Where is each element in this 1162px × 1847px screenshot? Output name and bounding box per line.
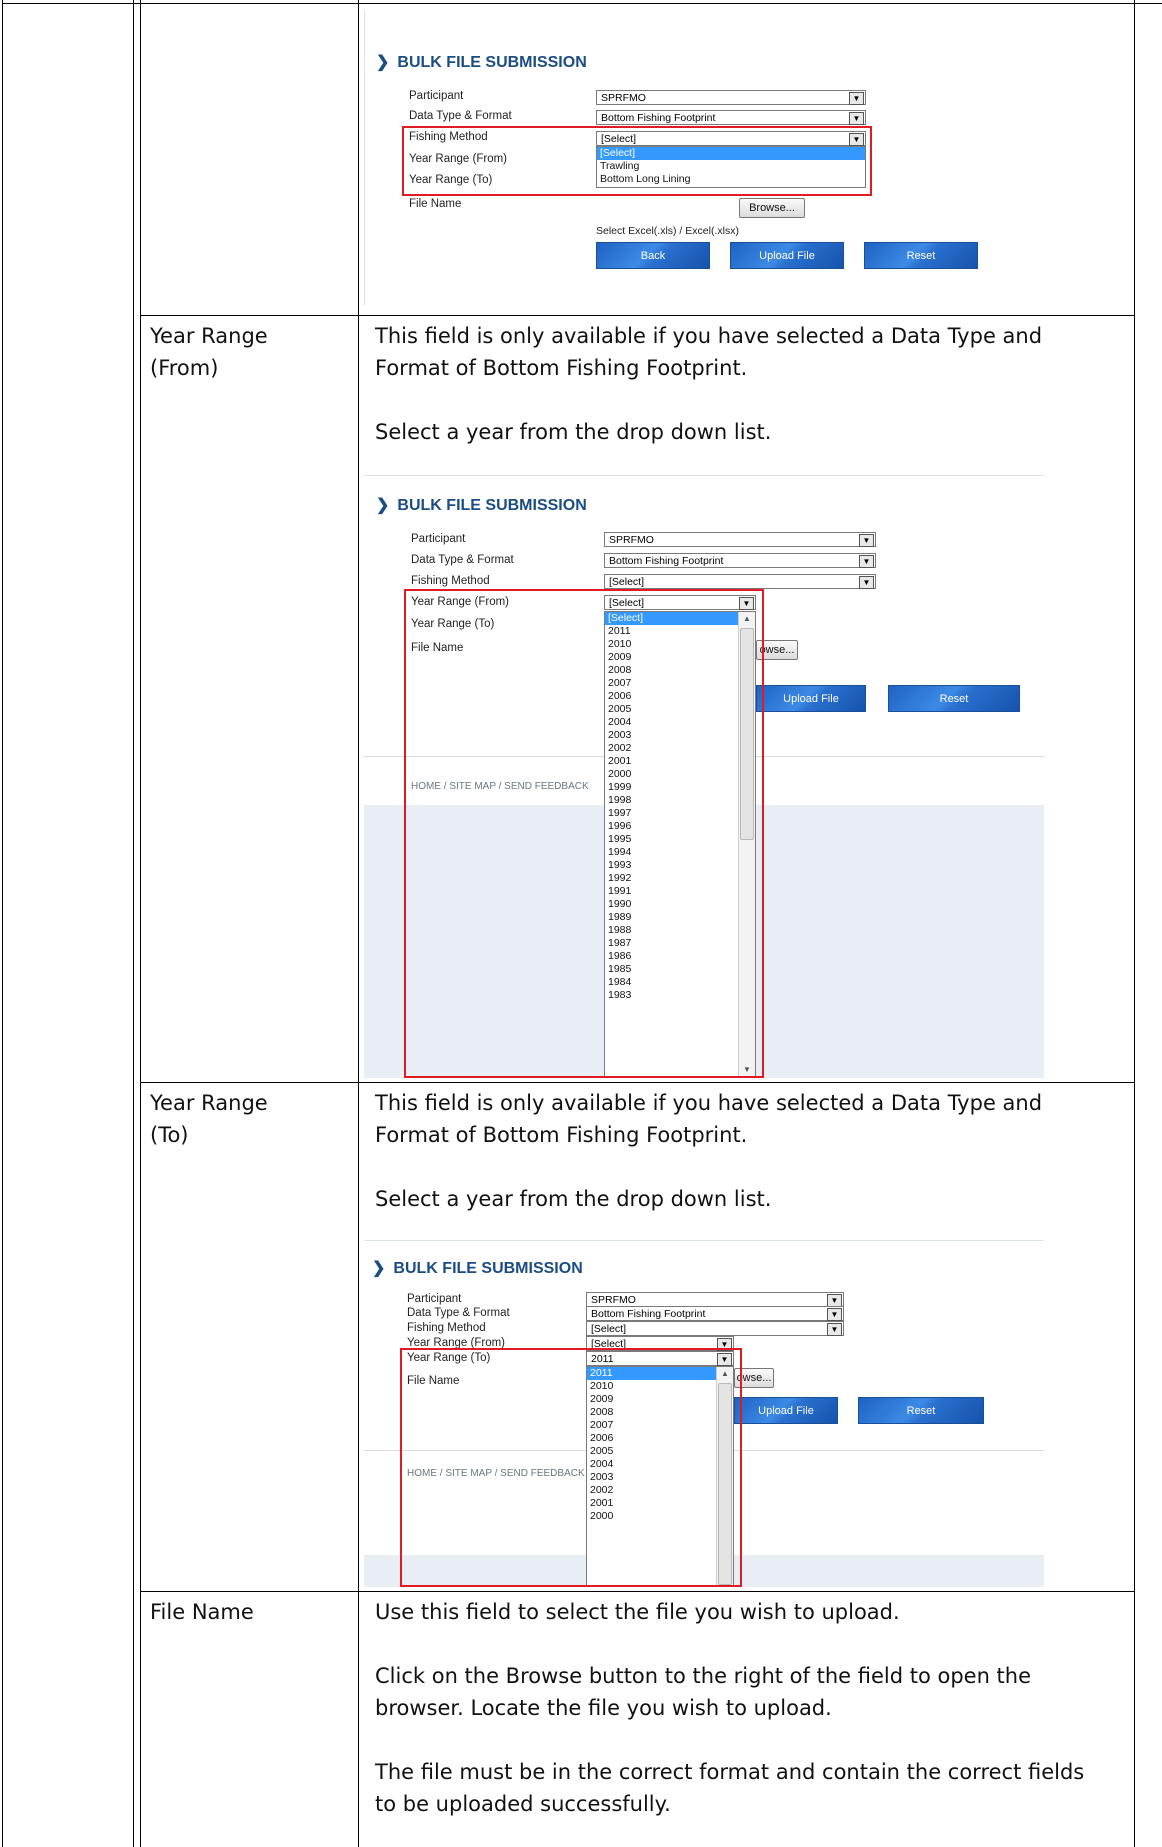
chevron-right-icon: ❯ <box>376 54 390 71</box>
screenshot-fishing-method: ❯ BULK FILE SUBMISSION Participant SPRFMO… <box>364 10 1104 305</box>
highlight-box <box>402 126 872 196</box>
description-paragraph: Use this field to select the file you wi… <box>375 1600 900 1624</box>
file-hint: Select Excel(.xls) / Excel(.xlsx) <box>596 225 739 237</box>
datatype-select[interactable]: Bottom Fishing Footprint ▼ <box>604 553 876 568</box>
participant-label: Participant <box>409 90 464 102</box>
chevron-down-icon[interactable]: ▼ <box>849 92 864 105</box>
chevron-down-icon[interactable]: ▼ <box>827 1308 842 1321</box>
section-title: ❯ BULK FILE SUBMISSION <box>372 1260 583 1277</box>
shot-edge <box>364 1240 1044 1241</box>
fishing-method-select[interactable]: [Select] ▼ <box>604 574 876 589</box>
file-name-label: File Name <box>409 198 462 210</box>
chevron-down-icon[interactable]: ▼ <box>849 112 864 125</box>
description-paragraph: Select a year from the drop down list. <box>375 1187 772 1211</box>
chevron-right-icon: ❯ <box>372 1260 386 1277</box>
participant-label: Participant <box>411 533 466 545</box>
datatype-select[interactable]: Bottom Fishing Footprint ▼ <box>586 1306 844 1321</box>
screenshot-year-to: ❯ BULK FILE SUBMISSION Participant SPRFMO… <box>364 1240 1044 1587</box>
fishing-method-select[interactable]: [Select] ▼ <box>586 1321 844 1336</box>
field-description-year-from: This field is only available if you have… <box>375 320 1105 448</box>
screenshot-year-from: ❯ BULK FILE SUBMISSION Participant SPRFMO… <box>364 475 1044 1078</box>
upload-file-button[interactable]: Upload File <box>734 1397 838 1424</box>
row-divider-2 <box>140 1082 1135 1083</box>
upload-file-button[interactable]: Upload File <box>756 685 866 712</box>
fishing-method-label: Fishing Method <box>411 575 490 587</box>
datatype-select[interactable]: Bottom Fishing Footprint ▼ <box>596 110 866 125</box>
field-label-year-from: Year Range (From) <box>150 324 268 380</box>
chevron-right-icon: ❯ <box>376 497 390 514</box>
participant-label: Participant <box>407 1293 462 1305</box>
reset-button[interactable]: Reset <box>888 685 1020 712</box>
description-paragraph: This field is only available if you have… <box>375 324 1043 380</box>
chevron-down-icon[interactable]: ▼ <box>859 555 874 568</box>
datatype-label: Data Type & Format <box>407 1307 510 1319</box>
table-inner-col-border <box>140 0 141 1847</box>
chevron-down-icon[interactable]: ▼ <box>859 534 874 547</box>
back-button[interactable]: Back <box>596 242 710 269</box>
fishing-method-label: Fishing Method <box>407 1322 486 1334</box>
table-top-border <box>2 3 1162 4</box>
section-title: ❯ BULK FILE SUBMISSION <box>376 497 587 514</box>
shot-edge <box>364 475 1044 476</box>
description-paragraph: Click on the Browse button to the right … <box>375 1664 1032 1720</box>
highlight-box <box>400 1348 742 1587</box>
field-description-year-to: This field is only available if you have… <box>375 1087 1105 1215</box>
row-divider-1 <box>140 315 1135 316</box>
reset-button[interactable]: Reset <box>864 242 978 269</box>
chevron-down-icon[interactable]: ▼ <box>827 1323 842 1336</box>
datatype-label: Data Type & Format <box>411 554 514 566</box>
field-label-file-name: File Name <box>150 1600 254 1624</box>
table-right-border <box>1134 0 1135 1847</box>
reset-button[interactable]: Reset <box>858 1397 984 1424</box>
participant-select[interactable]: SPRFMO ▼ <box>604 532 876 547</box>
row-divider-3 <box>140 1591 1135 1592</box>
field-label-year-to: Year Range (To) <box>150 1091 268 1147</box>
description-paragraph: This field is only available if you have… <box>375 1091 1043 1147</box>
shot-edge <box>364 10 365 305</box>
table-outer-col-border <box>133 0 134 1847</box>
participant-select[interactable]: SPRFMO ▼ <box>596 90 866 105</box>
browse-button[interactable]: Browse... <box>739 198 805 218</box>
table-left-border <box>2 0 3 1847</box>
chevron-down-icon[interactable]: ▼ <box>859 576 874 589</box>
table-mid-col-border <box>358 0 359 1847</box>
datatype-label: Data Type & Format <box>409 110 512 122</box>
participant-select[interactable]: SPRFMO ▼ <box>586 1292 844 1307</box>
section-title: ❯ BULK FILE SUBMISSION <box>376 54 587 71</box>
field-description-file-name: Use this field to select the file you wi… <box>375 1596 1105 1820</box>
highlight-box <box>404 589 764 1078</box>
description-paragraph: Select a year from the drop down list. <box>375 420 772 444</box>
description-paragraph: The file must be in the correct format a… <box>375 1760 1085 1816</box>
upload-file-button[interactable]: Upload File <box>730 242 844 269</box>
